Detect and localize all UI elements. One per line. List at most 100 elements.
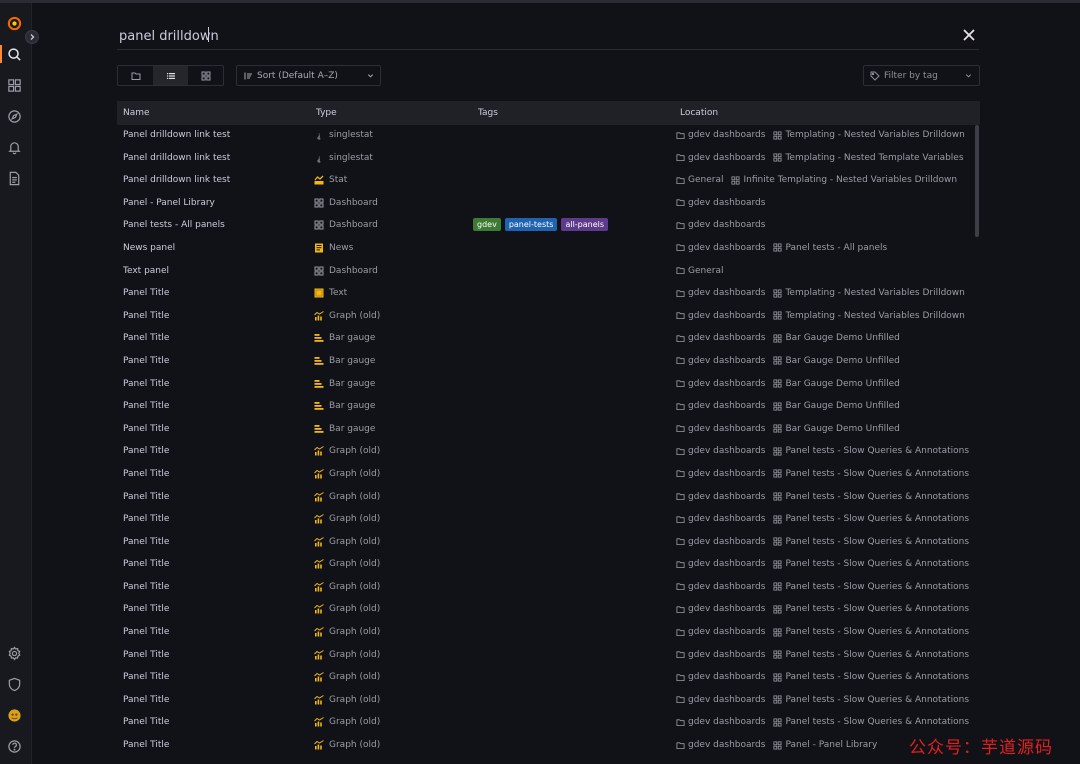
table-row[interactable]: Panel Title Graph (old) gdev dashboards Tem… [117, 306, 975, 329]
table-row[interactable]: Panel Title Bar gauge gdev dashboards Bar G… [117, 419, 975, 442]
table-row[interactable]: Panel - Panel Library Dashboard gdev dashb… [117, 193, 975, 216]
grid-view-button[interactable] [188, 66, 223, 85]
folder-icon [676, 719, 685, 726]
table-row[interactable]: Panel Title Graph (old) gdev dashboards Pan… [117, 667, 975, 690]
table-row[interactable]: News panel News gdev dashboards Panel tests… [117, 238, 975, 261]
table-row[interactable]: Panel Title Graph (old) gdev dashboards Pan… [117, 577, 975, 600]
row-location: gdev dashboards Panel tests - Slow Querie… [676, 469, 969, 479]
location-folder-label: gdev dashboards [688, 288, 766, 299]
table-row[interactable]: Panel Title Graph (old) gdev dashboards Pan… [117, 532, 975, 555]
table-row[interactable]: Panel Title Graph (old) gdev dashboards Pan… [117, 599, 975, 622]
folder-view-button[interactable] [118, 66, 153, 85]
row-location: gdev dashboards [676, 198, 765, 208]
singlestat-icon: ⸘ [314, 130, 324, 140]
location-dashboard: Panel tests - Slow Queries & Annotations [773, 492, 969, 502]
list-view-button[interactable] [153, 66, 188, 85]
table-row[interactable]: Panel Title Bar gauge gdev dashboards Bar G… [117, 396, 975, 419]
table-row[interactable]: Panel Title Graph (old) gdev dashboards Pan… [117, 487, 975, 510]
row-type-label: singlestat [329, 152, 373, 163]
table-row[interactable]: Panel Title Graph (old) gdev dashboards Pan… [117, 464, 975, 487]
tag-badge[interactable]: all-panels [561, 218, 609, 232]
bar-gauge-icon [314, 424, 324, 434]
row-type: Graph (old) [314, 627, 380, 637]
alerting-bell-icon[interactable] [4, 137, 24, 157]
folder-icon [676, 380, 685, 388]
sort-select[interactable]: Sort (Default A–Z) [236, 65, 381, 86]
settings-gear-icon[interactable] [4, 643, 24, 663]
row-type-label: Bar gauge [329, 333, 376, 344]
explore-icon[interactable] [4, 106, 24, 126]
table-row[interactable]: Panel Title Bar gauge gdev dashboards Bar G… [117, 374, 975, 397]
location-dashboard-label: Panel tests - Slow Queries & Annotations [785, 717, 970, 728]
stat-icon [314, 175, 324, 185]
tag-icon [870, 71, 880, 81]
folder-icon [676, 244, 685, 252]
scrollbar[interactable] [975, 125, 979, 237]
row-type: Bar gauge [314, 356, 375, 366]
row-name: Panel drilldown link test [123, 152, 231, 163]
dashboards-icon[interactable] [4, 75, 24, 95]
table-row[interactable]: Panel Title Graph (old) gdev dashboards Pan… [117, 645, 975, 668]
graph-icon [314, 604, 324, 614]
graph-icon [314, 446, 324, 456]
text-icon [314, 288, 324, 298]
location-folder-label: gdev dashboards [688, 197, 766, 208]
table-row[interactable]: Panel drilldown link test Stat General Infi… [117, 170, 975, 193]
grafana-logo-icon[interactable] [4, 13, 24, 33]
search-input[interactable] [119, 26, 899, 46]
close-search-button[interactable] [959, 25, 979, 45]
row-type-label: Graph (old) [329, 694, 381, 705]
row-name: Panel - Panel Library [123, 197, 215, 208]
row-name: Panel Title [123, 288, 170, 299]
location-folder-label: gdev dashboards [688, 694, 766, 705]
search-icon[interactable] [4, 44, 24, 64]
sidebar-expand-button[interactable] [25, 30, 39, 44]
folder-icon [676, 606, 685, 614]
dashboard-icon [773, 582, 782, 591]
table-row[interactable]: Panel Title Graph (old) gdev dashboards Pan… [117, 712, 975, 735]
tag-badge[interactable]: panel-tests [504, 218, 558, 232]
location-dashboard: Templating - Nested Template Variables [773, 153, 964, 163]
location-dashboard: Templating - Nested Variables Drilldown [773, 288, 965, 299]
column-header-type: Type [316, 108, 337, 118]
graph-icon [314, 491, 324, 502]
location-dashboard-label: Templating - Nested Variables Drilldown [785, 288, 965, 299]
location-dashboard-label: Bar Gauge Demo Unfilled [785, 423, 900, 434]
table-row[interactable]: Panel drilldown link test ⸘ singlestat gdev… [117, 148, 975, 171]
table-row[interactable]: Panel Title Graph (old) gdev dashboards Pan… [117, 554, 975, 577]
table-row[interactable]: Panel tests - All panels Dashboard gdev pan… [117, 215, 975, 238]
row-name: Panel Title [123, 310, 170, 321]
row-name: Panel Title [123, 446, 170, 457]
tag-filter-select[interactable]: Filter by tag [863, 65, 980, 86]
table-row[interactable]: Panel Title Graph (old) gdev dashboards Pan… [117, 441, 975, 464]
row-name: Panel Title [123, 717, 170, 728]
table-row[interactable]: Panel Title Bar gauge gdev dashboards Bar G… [117, 351, 975, 374]
dashboard-icon [773, 311, 782, 320]
row-location: gdev dashboards Bar Gauge Demo Unfilled [676, 401, 900, 411]
table-row[interactable]: Panel Title Bar gauge gdev dashboards Bar G… [117, 328, 975, 351]
table-row[interactable]: Text panel Dashboard General [117, 261, 975, 284]
row-type: Graph (old) [314, 559, 380, 569]
row-type-label: Graph (old) [329, 514, 381, 525]
table-row[interactable]: Panel Title Graph (old) gdev dashboards Pan… [117, 509, 975, 532]
svg-text:⸘: ⸘ [317, 154, 321, 163]
row-type: Graph (old) [314, 446, 380, 456]
row-type-label: Graph (old) [329, 491, 381, 502]
location-folder-label: gdev dashboards [688, 514, 766, 525]
row-location: gdev dashboards Panel tests - Slow Querie… [676, 492, 969, 502]
user-avatar[interactable] [4, 705, 24, 725]
location-folder-label: gdev dashboards [688, 491, 766, 502]
table-row[interactable]: Panel drilldown link test ⸘ singlestat gdev… [117, 125, 975, 148]
help-icon[interactable] [4, 736, 24, 756]
reports-document-icon[interactable] [4, 168, 24, 188]
shield-icon[interactable] [4, 674, 24, 694]
table-row[interactable]: Panel Title Text gdev dashboards Templating… [117, 283, 975, 306]
tag-badge[interactable]: gdev [473, 218, 501, 232]
graph-icon [314, 310, 324, 321]
folder-icon [676, 628, 685, 636]
table-row[interactable]: Panel Title Graph (old) gdev dashboards Pan… [117, 622, 975, 645]
table-row[interactable]: Panel Title Graph (old) gdev dashboards Pan… [117, 735, 975, 758]
dashboard-icon [773, 628, 782, 637]
graph-icon [314, 536, 324, 547]
table-row[interactable]: Panel Title Graph (old) gdev dashboards Pan… [117, 690, 975, 713]
